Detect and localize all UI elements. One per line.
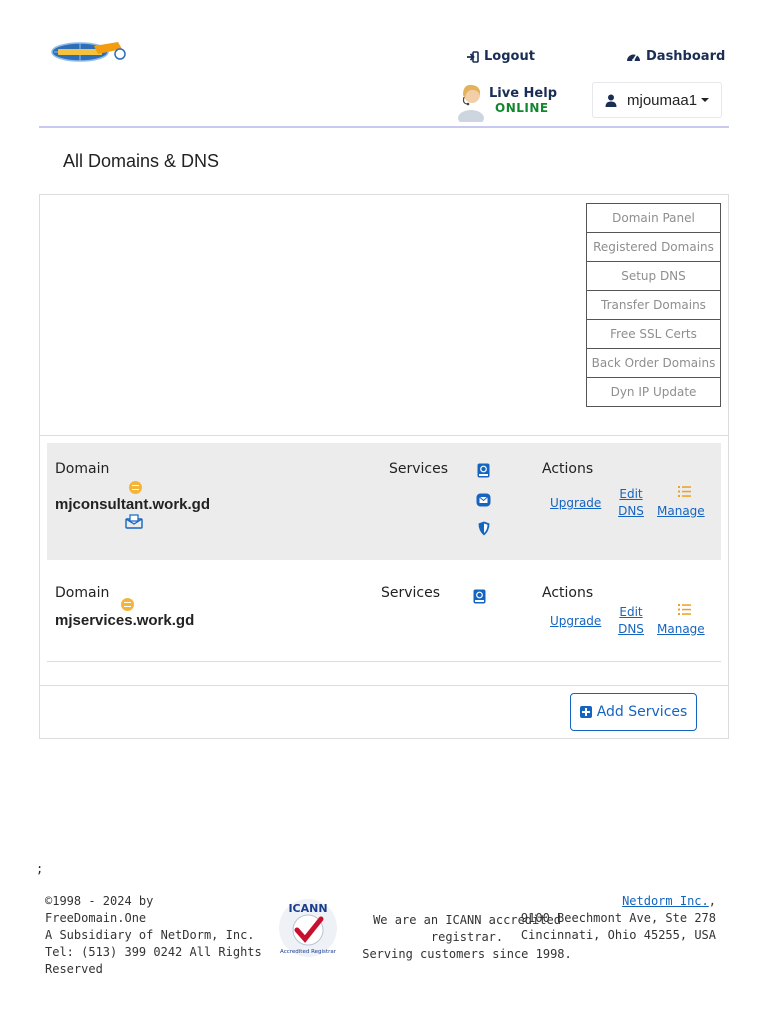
book-icon[interactable] [477,463,490,478]
actions-column-label: Actions [542,461,594,477]
status-icon [129,481,142,494]
services-column-label: Services [389,461,449,477]
footer-line: Serving customers since 1998. [362,947,572,961]
domain-row: Domain mjservices.work.gd Services Actio… [47,567,721,662]
status-icon [121,598,134,611]
user-name: mjoumaa1 [627,91,698,109]
menu-item-free-ssl-certs[interactable]: Free SSL Certs [587,320,720,349]
footer-line: ©1998 - 2024 by [45,894,154,908]
support-agent-icon [458,84,484,122]
footer-line: 9100 Beechmont Ave, Ste 278 [520,911,716,925]
menu-item-domain-panel[interactable]: Domain Panel [587,204,720,233]
book-icon[interactable] [473,589,486,604]
footer-line: A Subsidiary of NetDorm, Inc. [45,928,255,942]
add-services-label: Add Services [596,704,688,720]
netdorm-link[interactable]: Netdorm Inc. [622,894,709,908]
svg-text:Accredited Registrar: Accredited Registrar [280,949,337,955]
footer-line: Reserved [45,962,103,976]
footer-copyright: ©1998 - 2024 by FreeDomain.One A Subsidi… [45,893,262,978]
live-help-status: ONLINE [495,101,549,115]
domain-row: Domain mjconsultant.work.gd Services Act… [47,443,721,560]
upgrade-link[interactable]: Upgrade [550,495,601,512]
domain-column-label: Domain [55,585,110,601]
shield-icon[interactable] [478,521,490,536]
add-services-button[interactable]: Add Services [570,693,697,731]
header-divider [39,126,729,128]
dashboard-link[interactable]: Dashboard [626,49,725,64]
domains-panel: Domain Panel Registered Domains Setup DN… [39,194,729,739]
panel-footer-divider [40,685,728,686]
footer-line: FreeDomain.One [45,911,147,925]
actions-column-label: Actions [542,585,594,601]
edit-dns-link[interactable]: Edit DNS [617,604,645,638]
footer-line: Tel: (513) 399 0242 All Rights [45,945,262,959]
menu-item-transfer-domains[interactable]: Transfer Domains [587,291,720,320]
live-help-widget[interactable]: Live Help ONLINE [455,80,557,122]
edit-dns-link[interactable]: Edit DNS [617,486,645,520]
live-help-title: Live Help [489,86,558,101]
stray-text: ; [36,862,44,876]
domain-side-menu: Domain Panel Registered Domains Setup DN… [586,203,721,407]
menu-item-back-order-domains[interactable]: Back Order Domains [587,349,720,378]
manage-link[interactable]: Manage [657,503,705,520]
user-icon [605,94,617,107]
plus-square-icon [579,706,592,718]
menu-item-dyn-ip-update[interactable]: Dyn IP Update [587,378,720,406]
page-title: All Domains & DNS [63,151,220,171]
user-menu-dropdown[interactable]: mjoumaa1 [592,82,722,118]
domain-name[interactable]: mjservices.work.gd [55,612,194,629]
manage-link[interactable]: Manage [657,621,705,638]
logout-label: Logout [484,49,535,64]
menu-item-registered-domains[interactable]: Registered Domains [587,233,720,262]
logout-link[interactable]: Logout [466,49,535,64]
domain-column-label: Domain [55,461,110,477]
footer-line: Cincinnati, Ohio 45255, USA [520,928,716,942]
footer-address: Netdorm Inc., 9100 Beechmont Ave, Ste 27… [520,894,716,942]
list-icon [678,486,691,497]
site-logo[interactable] [50,40,130,64]
services-column-label: Services [381,585,441,601]
email-icon[interactable] [125,514,143,529]
domain-name[interactable]: mjconsultant.work.gd [55,496,210,513]
svg-text:ICANN: ICANN [288,902,327,915]
dashboard-icon [627,54,640,62]
panel-divider [40,435,728,436]
upgrade-link[interactable]: Upgrade [550,613,601,630]
dashboard-label: Dashboard [646,49,726,64]
menu-item-setup-dns[interactable]: Setup DNS [587,262,720,291]
logout-icon [467,50,479,63]
chevron-down-icon [701,98,710,102]
email-icon[interactable] [476,493,491,507]
icann-accredited-seal: ICANN Accredited Registrar [277,897,339,959]
list-icon [678,604,691,615]
